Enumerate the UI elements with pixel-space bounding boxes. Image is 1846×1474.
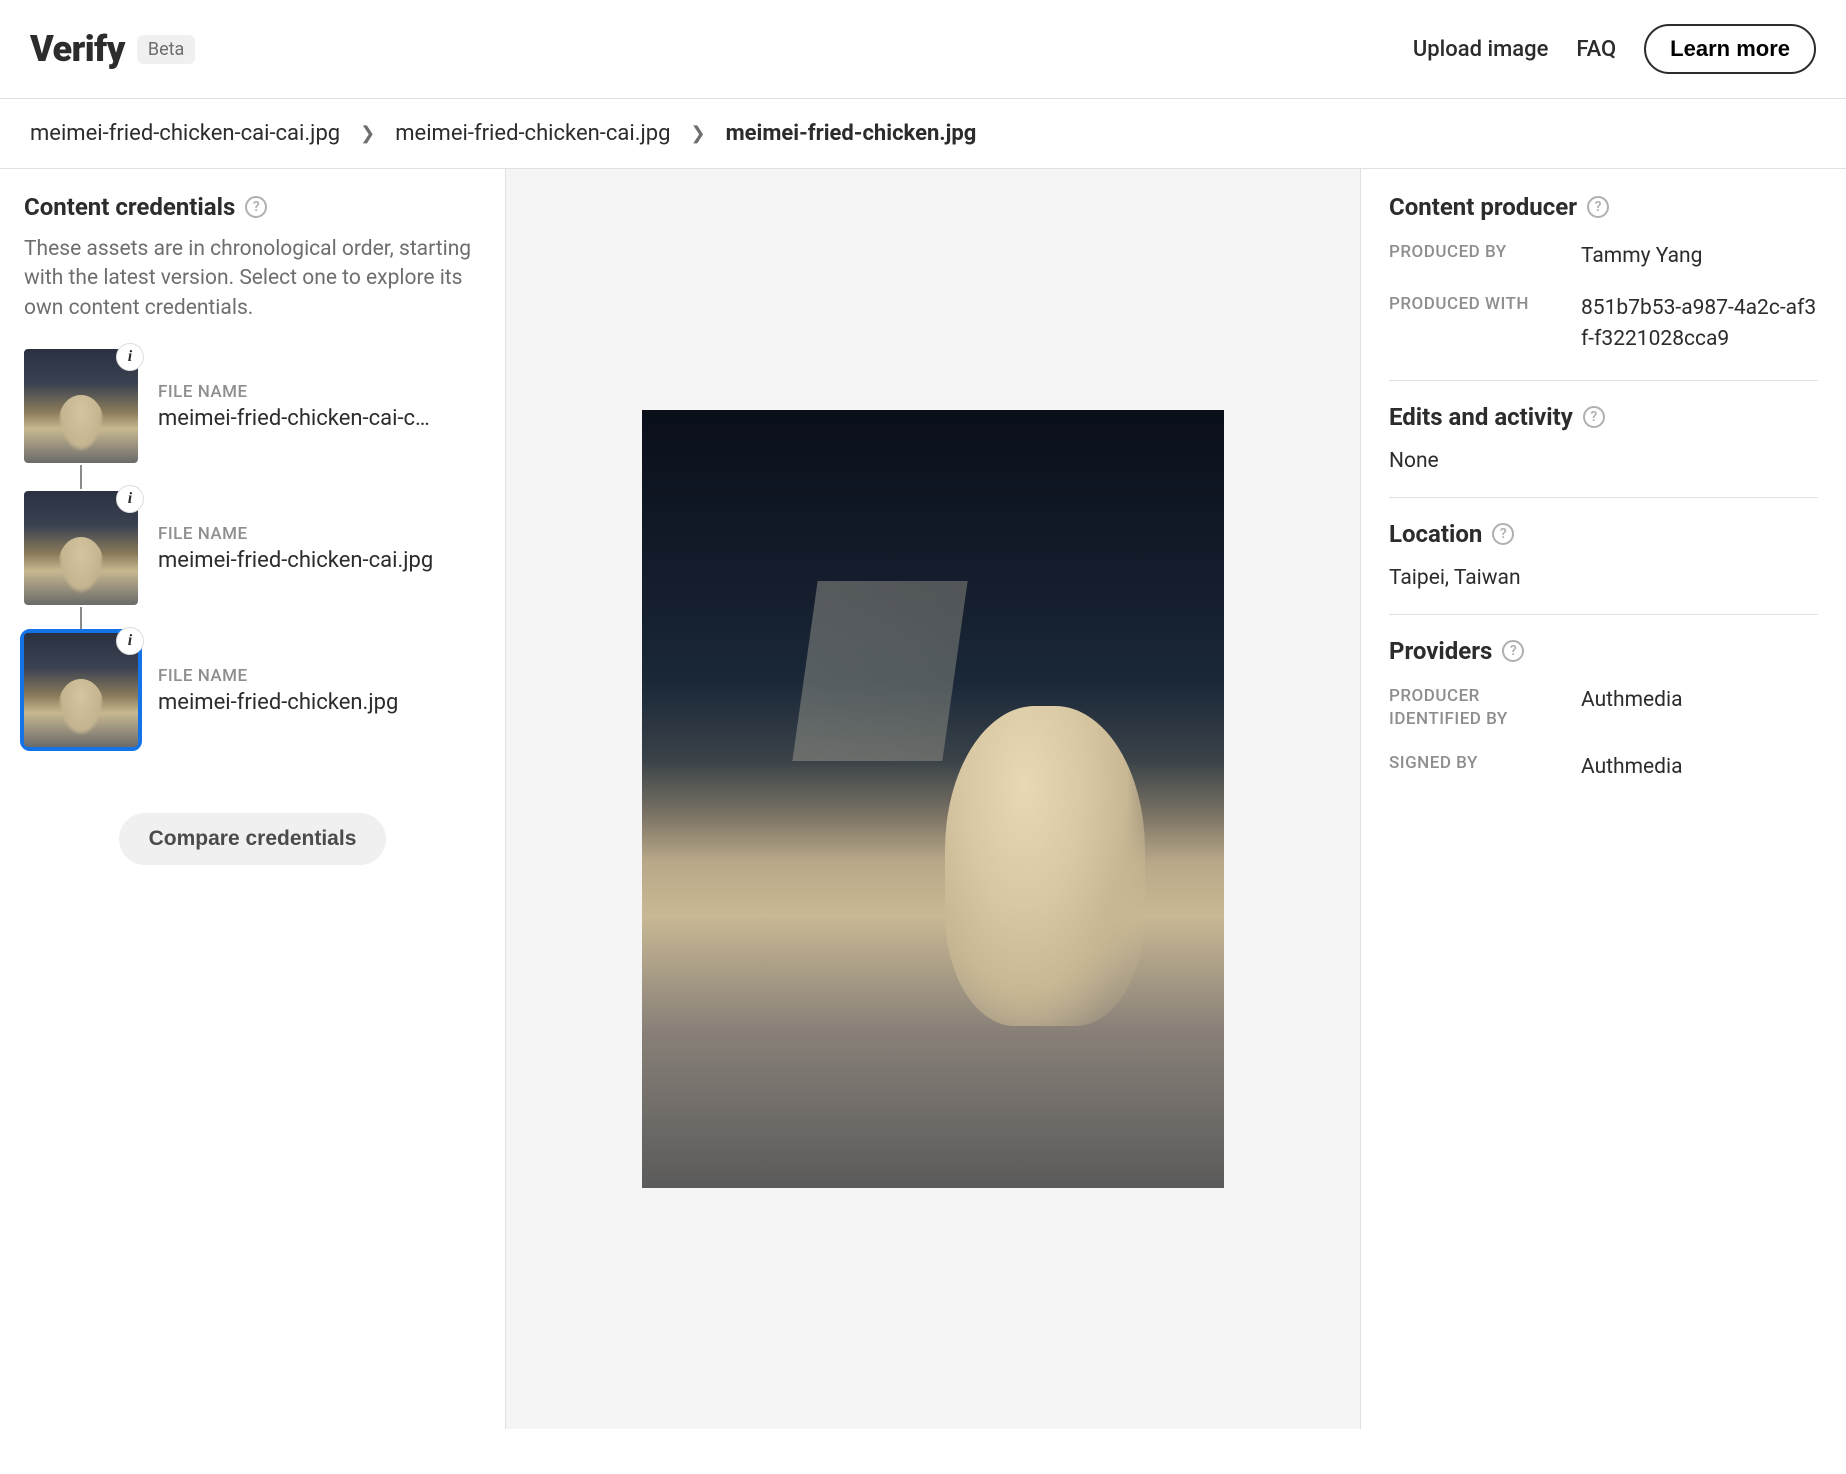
- signed-by-label: SIGNED BY: [1389, 752, 1569, 784]
- providers-header: Providers ?: [1389, 637, 1818, 665]
- breadcrumb-item-1[interactable]: meimei-fried-chicken-cai.jpg: [395, 121, 670, 146]
- asset-item-1[interactable]: i FILE NAME meimei-fried-chicken-cai.jpg: [24, 489, 481, 607]
- asset-list: i FILE NAME meimei-fried-chicken-cai-c… …: [24, 347, 481, 749]
- identified-by-row: PRODUCER IDENTIFIED BY Authmedia: [1389, 685, 1818, 733]
- produced-by-label: PRODUCED BY: [1389, 241, 1569, 273]
- location-title: Location: [1389, 520, 1482, 548]
- edits-section: Edits and activity ? None: [1389, 403, 1818, 498]
- breadcrumb-item-2[interactable]: meimei-fried-chicken.jpg: [726, 121, 977, 146]
- asset-thumbnail-selected[interactable]: i: [24, 633, 138, 747]
- left-panel: Content credentials ? These assets are i…: [0, 169, 506, 1429]
- content-producer-section: Content producer ? PRODUCED BY Tammy Yan…: [1389, 193, 1818, 381]
- file-name-label: FILE NAME: [158, 382, 481, 402]
- credentials-desc: These assets are in chronological order,…: [24, 235, 481, 323]
- faq-link[interactable]: FAQ: [1576, 37, 1616, 62]
- providers-title: Providers: [1389, 637, 1492, 665]
- info-badge-icon[interactable]: i: [116, 485, 144, 513]
- signed-by-row: SIGNED BY Authmedia: [1389, 752, 1818, 784]
- location-header: Location ?: [1389, 520, 1818, 548]
- asset-filename: meimei-fried-chicken.jpg: [158, 690, 438, 715]
- help-icon[interactable]: ?: [1583, 406, 1605, 428]
- asset-item-0[interactable]: i FILE NAME meimei-fried-chicken-cai-c…: [24, 347, 481, 465]
- producer-header: Content producer ?: [1389, 193, 1818, 221]
- chevron-right-icon: ❯: [691, 123, 706, 144]
- asset-connector: [80, 465, 82, 489]
- location-section: Location ? Taipei, Taiwan: [1389, 520, 1818, 615]
- asset-meta: FILE NAME meimei-fried-chicken-cai-c…: [158, 382, 481, 431]
- file-name-label: FILE NAME: [158, 666, 481, 686]
- main-image-preview: [642, 410, 1224, 1188]
- identified-by-value: Authmedia: [1581, 685, 1818, 733]
- asset-item-2[interactable]: i FILE NAME meimei-fried-chicken.jpg: [24, 631, 481, 749]
- right-panel: Content producer ? PRODUCED BY Tammy Yan…: [1360, 169, 1846, 1429]
- header-left: Verify Beta: [30, 28, 195, 70]
- header-right: Upload image FAQ Learn more: [1413, 24, 1816, 74]
- produced-with-label: PRODUCED WITH: [1389, 293, 1569, 356]
- asset-connector: [80, 607, 82, 631]
- center-panel: [506, 169, 1360, 1429]
- signed-by-value: Authmedia: [1581, 752, 1818, 784]
- app-logo: Verify: [30, 28, 125, 70]
- compare-credentials-button[interactable]: Compare credentials: [119, 813, 387, 865]
- compare-button-wrap: Compare credentials: [24, 813, 481, 865]
- header: Verify Beta Upload image FAQ Learn more: [0, 0, 1846, 99]
- asset-filename: meimei-fried-chicken-cai-c…: [158, 406, 438, 431]
- produced-with-row: PRODUCED WITH 851b7b53-a987-4a2c-af3f-f3…: [1389, 293, 1818, 356]
- asset-thumbnail[interactable]: i: [24, 349, 138, 463]
- upload-image-link[interactable]: Upload image: [1413, 37, 1548, 62]
- help-icon[interactable]: ?: [1492, 523, 1514, 545]
- identified-by-label: PRODUCER IDENTIFIED BY: [1389, 685, 1569, 733]
- file-name-label: FILE NAME: [158, 524, 481, 544]
- providers-section: Providers ? PRODUCER IDENTIFIED BY Authm…: [1389, 637, 1818, 808]
- produced-by-row: PRODUCED BY Tammy Yang: [1389, 241, 1818, 273]
- edits-header: Edits and activity ?: [1389, 403, 1818, 431]
- breadcrumb: meimei-fried-chicken-cai-cai.jpg ❯ meime…: [0, 99, 1846, 169]
- edits-value: None: [1389, 449, 1818, 473]
- breadcrumb-item-0[interactable]: meimei-fried-chicken-cai-cai.jpg: [30, 121, 340, 146]
- learn-more-button[interactable]: Learn more: [1644, 24, 1816, 74]
- info-badge-icon[interactable]: i: [116, 343, 144, 371]
- main-content: Content credentials ? These assets are i…: [0, 169, 1846, 1429]
- help-icon[interactable]: ?: [245, 196, 267, 218]
- producer-title: Content producer: [1389, 193, 1577, 221]
- asset-meta: FILE NAME meimei-fried-chicken-cai.jpg: [158, 524, 481, 573]
- edits-title: Edits and activity: [1389, 403, 1573, 431]
- asset-thumbnail[interactable]: i: [24, 491, 138, 605]
- asset-meta: FILE NAME meimei-fried-chicken.jpg: [158, 666, 481, 715]
- help-icon[interactable]: ?: [1587, 196, 1609, 218]
- asset-filename: meimei-fried-chicken-cai.jpg: [158, 548, 438, 573]
- help-icon[interactable]: ?: [1502, 640, 1524, 662]
- credentials-header: Content credentials ?: [24, 193, 481, 221]
- beta-badge: Beta: [137, 35, 195, 64]
- info-badge-icon[interactable]: i: [116, 627, 144, 655]
- produced-with-value: 851b7b53-a987-4a2c-af3f-f3221028cca9: [1581, 293, 1818, 356]
- produced-by-value: Tammy Yang: [1581, 241, 1818, 273]
- location-value: Taipei, Taiwan: [1389, 566, 1818, 590]
- chevron-right-icon: ❯: [360, 123, 375, 144]
- credentials-title: Content credentials: [24, 193, 235, 221]
